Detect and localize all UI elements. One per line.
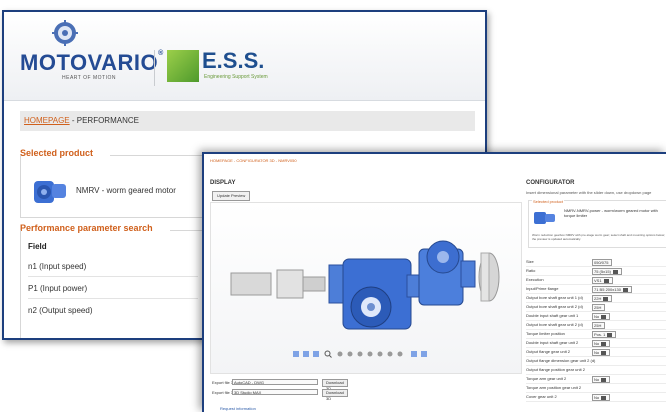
view-front-icon[interactable] [292, 350, 300, 358]
field-column-header: Field [28, 242, 47, 251]
zoom-icon[interactable] [324, 350, 332, 358]
header-divider [154, 50, 155, 86]
config-value: 25H [592, 304, 606, 311]
gearmotor-3d-model [230, 240, 500, 330]
configurator-note: Worm reduction gearbox NMRV with pre-sta… [532, 233, 665, 241]
ess-tagline: Engineering Support System [204, 74, 268, 80]
selected-product-name: NMRV - worm geared motor [76, 186, 176, 195]
dropdown-arrow-icon [607, 332, 613, 337]
ess-logo-text[interactable]: E.S.S. [202, 48, 264, 74]
config-select[interactable]: No [592, 376, 611, 383]
configurator-product-name: NMRV-NMRV-power - worm/worm geared motor… [564, 208, 658, 218]
config-select[interactable]: VS1 [592, 277, 613, 284]
config-select[interactable]: Pos. 1 [592, 331, 617, 338]
update-preview-button[interactable]: Update Preview [212, 191, 251, 201]
config-row-flange-dimension-2: Output flange dimension gear unit 2 (d) [526, 357, 666, 366]
export-row: Export file 3D 3D Studio MAX Download 3D [212, 389, 348, 401]
site-header: MOTOVARIO® HEART OF MOTION E.S.S. Engine… [4, 12, 485, 101]
config-row-torque-arm-2: Torque arm gear unit 2 No [526, 375, 666, 384]
config-row-double-input-1: Double input shaft gear unit 1 No [526, 312, 666, 321]
dropdown-arrow-icon [601, 314, 607, 319]
configurator-title: CONFIGURATOR [526, 180, 575, 186]
request-information-link[interactable]: Request information [220, 406, 256, 411]
configurator-breadcrumb[interactable]: HOMEPAGE - CONFIGURATOR 3D - NMRV050 [210, 158, 297, 163]
download-3d-button[interactable]: Download 3D [322, 389, 348, 401]
config-row-output-bore-2: Output bore shaft gear unit 2 (d) 25H [526, 303, 666, 312]
dropdown-arrow-icon [603, 296, 609, 301]
orbit-icon[interactable] [356, 350, 364, 358]
config-select[interactable]: No [592, 349, 611, 356]
config-row-torque-arm-position-2: Torque arm position gear unit 2 [526, 384, 666, 393]
param-input-power: P1 (Input power) [28, 284, 88, 293]
row-divider [28, 298, 198, 299]
dropdown-arrow-icon [601, 377, 607, 382]
reset-view-icon[interactable] [376, 350, 384, 358]
config-select[interactable]: No [592, 394, 611, 401]
export-row: Export file 3D AutoCAD - DWG Download 3D [212, 379, 348, 391]
config-select[interactable]: 22H [592, 295, 613, 302]
brand-logo[interactable]: MOTOVARIO® [20, 50, 164, 76]
param-output-speed: n2 (Output speed) [28, 306, 93, 315]
config-row-double-input-2: Double input shaft gear unit 2 No [526, 339, 666, 348]
configurator-product-title: Selected product [532, 199, 565, 204]
configurator-product-image [534, 212, 555, 224]
rotate-icon[interactable] [336, 350, 344, 358]
configurator-window: HOMEPAGE - CONFIGURATOR 3D - NMRV050 DIS… [202, 152, 666, 412]
dropdown-arrow-icon [601, 395, 607, 400]
row-divider [28, 276, 198, 277]
shaded-icon[interactable] [396, 350, 404, 358]
param-input-speed: n1 (Input speed) [28, 262, 87, 271]
brand-tagline: HEART OF MOTION [62, 75, 116, 81]
pan-icon[interactable] [346, 350, 354, 358]
display-title: DISPLAY [210, 180, 236, 186]
config-select[interactable]: 71 B5 200x130 [592, 286, 632, 293]
breadcrumb-separator: - [69, 116, 77, 125]
wireframe-icon[interactable] [386, 350, 394, 358]
dropdown-arrow-icon [601, 341, 607, 346]
fit-icon[interactable] [366, 350, 374, 358]
breadcrumb-current: PERFORMANCE [76, 116, 139, 125]
config-row-torque-limiter: Torque limiter position Pos. 1 [526, 330, 666, 339]
3d-preview-canvas[interactable] [210, 202, 522, 374]
config-row-output-flange-2: Output flange gear unit 2 No [526, 348, 666, 357]
config-row-ratio: Ratio 75 (5x15) [526, 267, 666, 276]
config-row-flange-position-2: Output flange position gear unit 2 [526, 366, 666, 375]
config-select[interactable]: 75 (5x15) [592, 268, 622, 275]
configurator-intro: Insert dimensional parameter with the sl… [526, 190, 652, 195]
export-format-select[interactable]: AutoCAD - DWG [232, 379, 318, 385]
dropdown-arrow-icon [612, 269, 618, 274]
fullscreen-icon[interactable] [410, 350, 418, 358]
config-row-cover-2: Cover gear unit 2 No [526, 393, 666, 402]
config-row-input-flange: Input/Prime flange 71 B5 200x130 [526, 285, 666, 294]
config-select[interactable]: No [592, 340, 611, 347]
dropdown-arrow-icon [603, 278, 609, 283]
gear-logo-icon [52, 20, 78, 46]
view-top-icon[interactable] [312, 350, 320, 358]
config-row-output-bore-2b: Output bore shaft gear unit 2 (d) 25H [526, 321, 666, 330]
print-icon[interactable] [420, 350, 428, 358]
download-3d-button[interactable]: Download 3D [322, 379, 348, 391]
export-format-select[interactable]: 3D Studio MAX [232, 389, 318, 395]
config-value: 050/075 [592, 259, 613, 266]
config-value: 25H [592, 322, 606, 329]
dropdown-arrow-icon [601, 350, 607, 355]
dropdown-arrow-icon [622, 287, 628, 292]
ess-logo-icon [167, 50, 199, 82]
motor-thumbnail-image[interactable] [30, 175, 70, 209]
config-select[interactable]: No [592, 313, 611, 320]
breadcrumb-home-link[interactable]: HOMEPAGE [24, 116, 70, 125]
config-row-output-bore-1: Output bore shaft gear unit 1 (d) 22H [526, 294, 666, 303]
breadcrumb: HOMEPAGE - PERFORMANCE [20, 111, 475, 131]
config-row-execution: Execution VS1 [526, 276, 666, 285]
config-row-size: Size 050/075 [526, 258, 666, 267]
view-side-icon[interactable] [302, 350, 310, 358]
